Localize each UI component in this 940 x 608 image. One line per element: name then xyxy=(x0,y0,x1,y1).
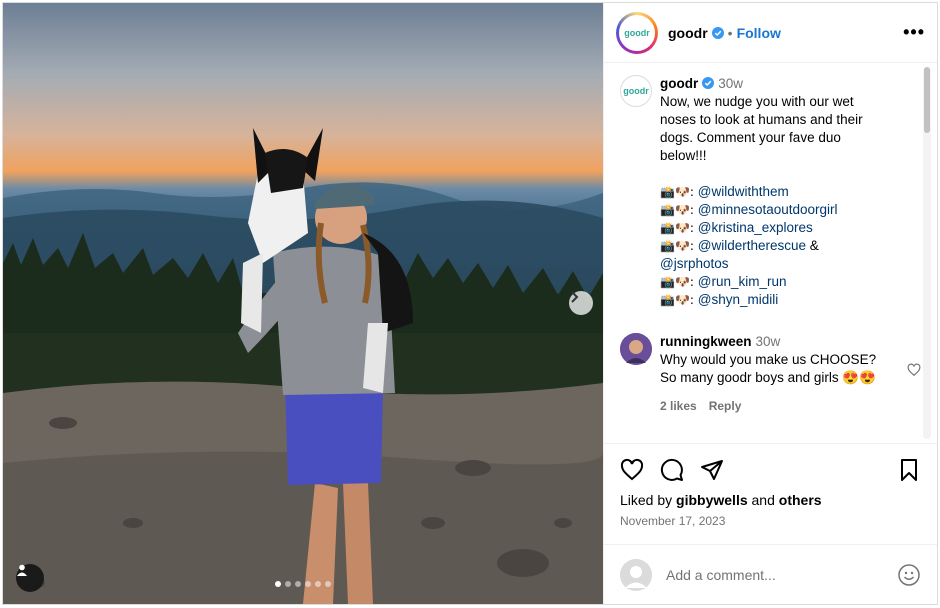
scrollbar-thumb[interactable] xyxy=(924,67,930,133)
carousel-dot xyxy=(275,581,281,587)
post-header: goodr goodr • Follow ••• xyxy=(604,3,937,63)
mention-link[interactable]: @wildwiththem xyxy=(698,184,789,199)
mention-link[interactable]: @shyn_midili xyxy=(698,292,778,307)
photo-illustration xyxy=(3,128,603,604)
caption-text: Now, we nudge you with our wet noses to … xyxy=(660,94,863,163)
profile-avatar-ring[interactable]: goodr xyxy=(616,11,658,54)
comment-likes[interactable]: 2 likes xyxy=(660,399,697,413)
add-comment-bar: Add a comment... xyxy=(604,544,937,604)
carousel-dot xyxy=(315,581,321,587)
camera-dog-emoji: 📸🐶: xyxy=(660,239,698,253)
carousel-dot xyxy=(325,581,331,587)
post-side-panel: goodr goodr • Follow ••• goodr goodr 30w … xyxy=(603,3,937,604)
credit-line: 📸🐶: @minnesotaoutdoorgirl xyxy=(660,201,882,219)
comment-username[interactable]: runningkween xyxy=(660,334,752,349)
emoji-icon[interactable] xyxy=(897,563,921,587)
profile-avatar: goodr xyxy=(619,14,655,51)
next-slide-button[interactable] xyxy=(569,291,593,315)
post-actions: Liked by gibbywells and others November … xyxy=(604,443,937,543)
like-icon[interactable] xyxy=(620,458,644,482)
credit-line: 📸🐶: @wildwiththem xyxy=(660,183,882,201)
liked-prefix: Liked by xyxy=(620,492,673,508)
add-comment-input[interactable]: Add a comment... xyxy=(666,567,776,583)
post-modal: goodr goodr • Follow ••• goodr goodr 30w … xyxy=(2,2,938,605)
liked-by: Liked by gibbywells and others xyxy=(620,492,921,508)
comment-time[interactable]: 30w xyxy=(756,334,781,349)
caption-credits: 📸🐶: @wildwiththem 📸🐶: @minnesotaoutdoorgi… xyxy=(660,183,882,309)
credit-line: 📸🐶: @kristina_explores xyxy=(660,219,882,237)
carousel-dot xyxy=(295,581,301,587)
carousel-indicator xyxy=(275,581,331,587)
mention-link[interactable]: @wildertherescue xyxy=(698,238,806,253)
camera-dog-emoji: 📸🐶: xyxy=(660,203,698,217)
post-username[interactable]: goodr xyxy=(668,25,708,41)
liked-others[interactable]: others xyxy=(779,492,822,508)
credit-extra: & xyxy=(806,238,819,253)
action-icons xyxy=(620,458,921,482)
header-separator: • xyxy=(727,24,733,41)
carousel-dot xyxy=(285,581,291,587)
credit-line: 📸🐶: @shyn_midili xyxy=(660,291,882,309)
more-options-button[interactable]: ••• xyxy=(903,22,925,43)
bookmark-icon[interactable] xyxy=(897,458,921,482)
mention-link[interactable]: @run_kim_run xyxy=(698,274,787,289)
comments-list[interactable]: goodr goodr 30w Now, we nudge you with ou… xyxy=(604,63,937,443)
comment-row: runningkween 30w Why would you make us CH… xyxy=(620,333,921,415)
caption-row: goodr goodr 30w Now, we nudge you with ou… xyxy=(620,75,921,309)
current-user-avatar[interactable] xyxy=(620,558,652,591)
post-date[interactable]: November 17, 2023 xyxy=(620,514,921,528)
liked-and: and xyxy=(751,492,775,508)
comment-meta: 2 likes Reply xyxy=(660,397,882,415)
caption-avatar[interactable]: goodr xyxy=(620,75,652,107)
default-avatar-icon xyxy=(620,558,652,591)
camera-dog-emoji: 📸🐶: xyxy=(660,185,698,199)
commenter-photo xyxy=(620,333,652,365)
camera-dog-emoji: 📸🐶: xyxy=(660,221,698,235)
carousel-dot xyxy=(305,581,311,587)
comment-icon[interactable] xyxy=(660,458,684,482)
camera-dog-emoji: 📸🐶: xyxy=(660,293,698,307)
commenter-avatar[interactable] xyxy=(620,333,652,365)
chevron-right-icon xyxy=(571,291,579,303)
tagged-users-button[interactable] xyxy=(16,564,44,592)
mention-link[interactable]: @jsrphotos xyxy=(660,256,728,271)
reply-button[interactable]: Reply xyxy=(709,399,742,413)
like-comment-icon[interactable] xyxy=(907,363,921,377)
caption-username[interactable]: goodr xyxy=(660,76,698,91)
user-icon xyxy=(17,564,27,576)
mention-link[interactable]: @minnesotaoutdoorgirl xyxy=(698,202,838,217)
camera-dog-emoji: 📸🐶: xyxy=(660,275,698,289)
liked-user[interactable]: gibbywells xyxy=(676,492,748,508)
credit-line: @jsrphotos xyxy=(660,255,882,273)
comment-text: Why would you make us CHOOSE? So many go… xyxy=(660,352,877,385)
comments-scrollbar[interactable] xyxy=(923,67,931,439)
post-photo[interactable] xyxy=(3,3,603,604)
credit-line: 📸🐶: @run_kim_run xyxy=(660,273,882,291)
caption-text-block: goodr 30w Now, we nudge you with our wet … xyxy=(660,75,882,309)
share-icon[interactable] xyxy=(700,458,724,482)
verified-badge-icon xyxy=(702,77,715,89)
follow-button[interactable]: Follow xyxy=(737,25,781,41)
comment-text-block: runningkween 30w Why would you make us CH… xyxy=(660,333,882,415)
credit-line: 📸🐶: @wildertherescue & xyxy=(660,237,882,255)
caption-time[interactable]: 30w xyxy=(718,76,743,91)
mention-link[interactable]: @kristina_explores xyxy=(698,220,813,235)
verified-badge-icon xyxy=(711,26,724,39)
